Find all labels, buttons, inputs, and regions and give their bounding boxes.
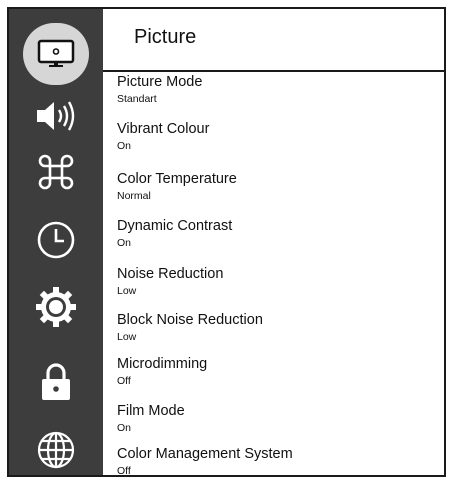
setting-label: Vibrant Colour [117,121,210,137]
setting-label: Noise Reduction [117,266,224,282]
setting-color-management-system[interactable]: Color Management System Off [117,446,437,488]
setting-label: Color Management System [117,446,293,462]
setting-film-mode[interactable]: Film Mode On [117,403,437,445]
setting-label: Dynamic Contrast [117,218,233,234]
title-divider [103,70,444,72]
setting-color-temperature[interactable]: Color Temperature Normal [117,171,437,213]
speaker-icon [34,99,78,133]
setting-label: Picture Mode [117,74,203,90]
sidebar-item-lock[interactable] [9,359,103,405]
page-title: Picture [134,26,197,48]
setting-value: Normal [117,190,151,202]
setting-label: Block Noise Reduction [117,312,263,328]
clock-icon [36,220,76,260]
setting-label: Color Temperature [117,171,237,187]
sidebar-item-network[interactable] [9,427,103,473]
setting-value: On [117,237,132,249]
setting-block-noise-reduction[interactable]: Block Noise Reduction Low [117,312,437,354]
setting-label: Film Mode [117,403,185,419]
sidebar-item-sound[interactable] [9,93,103,139]
setting-microdimming[interactable]: Microdimming Off [117,356,437,398]
setting-value: Standart [117,93,157,105]
sidebar-item-timer[interactable] [9,217,103,263]
setting-value: Low [117,331,137,343]
setting-value: On [117,140,132,152]
sidebar-item-apps[interactable] [9,149,103,195]
sidebar-rail [9,9,103,475]
setting-value: Low [117,285,137,297]
setting-noise-reduction[interactable]: Noise Reduction Low [117,266,437,308]
globe-icon [36,430,76,470]
setting-label: Microdimming [117,356,208,372]
setting-picture-mode[interactable]: Picture Mode Standart [117,74,437,116]
command-icon [36,152,76,192]
setting-vibrant-colour[interactable]: Vibrant Colour On [117,121,437,163]
lock-icon [39,362,73,402]
sidebar-item-picture[interactable] [23,23,89,85]
setting-dynamic-contrast[interactable]: Dynamic Contrast On [117,218,437,260]
tv-picture-icon [37,39,75,69]
gear-icon [35,286,77,328]
setting-value: Off [117,465,131,477]
setting-value: On [117,422,132,434]
setting-value: Off [117,375,131,387]
sidebar-item-settings[interactable] [9,284,103,330]
